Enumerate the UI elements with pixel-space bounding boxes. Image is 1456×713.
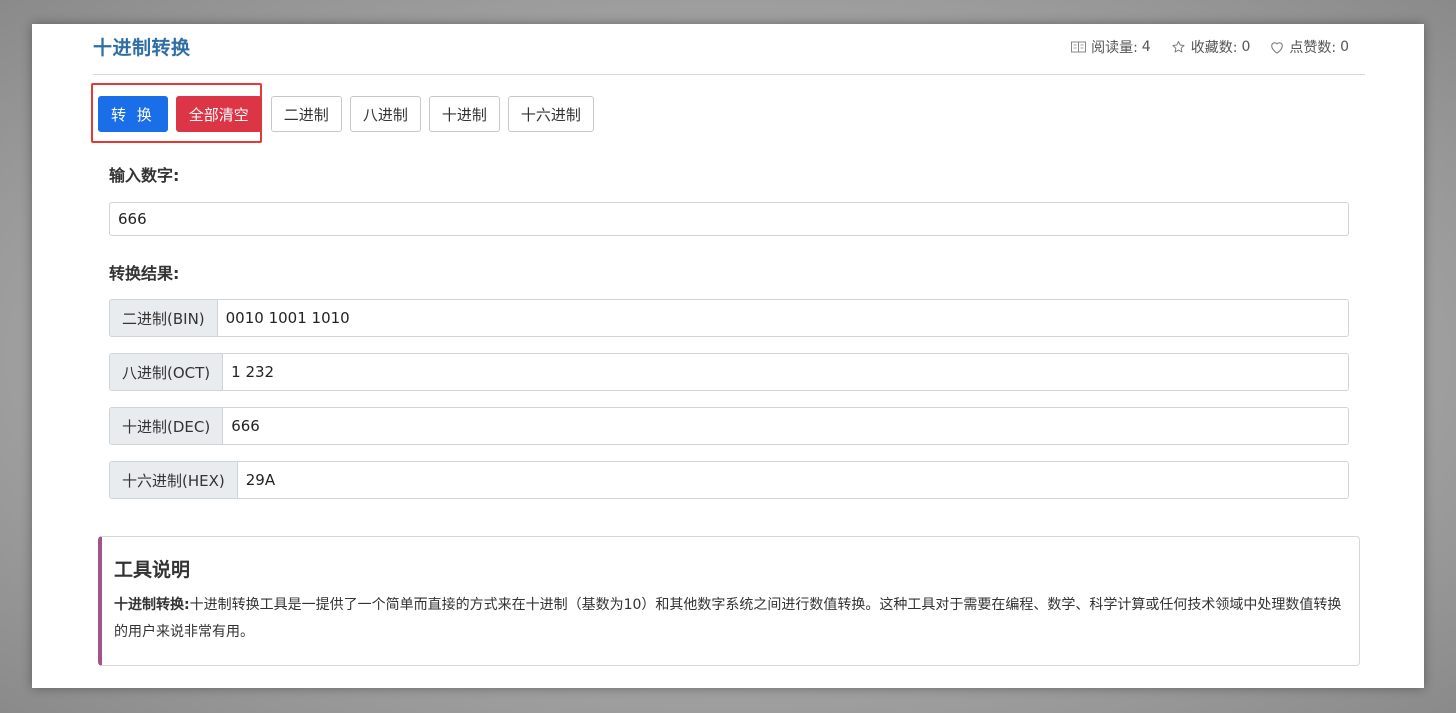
result-value-binary[interactable] — [217, 300, 1348, 336]
result-value-decimal[interactable] — [223, 408, 1348, 444]
binary-button[interactable]: 二进制 — [270, 96, 342, 132]
heart-icon — [1271, 41, 1284, 54]
result-value-hex[interactable] — [237, 462, 1348, 498]
info-lead: 十进制转换: — [114, 597, 190, 613]
likes-value: 0 — [1340, 39, 1349, 55]
result-label-octal: 八进制(OCT) — [110, 354, 224, 390]
result-value-octal[interactable] — [223, 354, 1348, 390]
result-row-hex: 十六进制(HEX) — [109, 461, 1349, 499]
likes-label: 点赞数: — [1289, 40, 1337, 56]
page-title: 十进制转换 — [93, 37, 191, 59]
toolbar: 转 换 全部清空 二进制 八进制 十进制 十六进制 — [98, 96, 602, 132]
result-row-octal: 八进制(OCT) — [109, 353, 1349, 391]
tool-info-card: 工具说明 十进制转换:十进制转换工具是一提供了一个简单而直接的方式来在十进制（基… — [98, 536, 1360, 666]
likes-stat[interactable]: 点赞数: 0 — [1270, 37, 1349, 57]
result-row-decimal: 十进制(DEC) — [109, 407, 1349, 445]
star-icon — [1172, 40, 1185, 53]
screenshot-frame: 十进制转换 阅读量: 4 收藏数: 0 点赞数: 0 转 换 全部清空 二进制 … — [0, 0, 1456, 713]
favorites-label: 收藏数: — [1190, 40, 1238, 56]
info-text: 十进制转换:十进制转换工具是一提供了一个简单而直接的方式来在十进制（基数为10）… — [114, 592, 1347, 646]
number-input[interactable] — [109, 202, 1349, 236]
views-value: 4 — [1141, 39, 1151, 55]
info-body: 十进制转换工具是一提供了一个简单而直接的方式来在十进制（基数为10）和其他数字系… — [114, 597, 1342, 640]
results-label: 转换结果: — [109, 264, 180, 283]
result-label-decimal: 十进制(DEC) — [110, 408, 224, 444]
octal-button[interactable]: 八进制 — [349, 96, 421, 132]
tool-window: 十进制转换 阅读量: 4 收藏数: 0 点赞数: 0 转 换 全部清空 二进制 … — [32, 24, 1424, 688]
book-icon — [1071, 41, 1087, 53]
page-stats: 阅读量: 4 收藏数: 0 点赞数: 0 — [1051, 37, 1349, 57]
result-label-hex: 十六进制(HEX) — [110, 462, 238, 498]
info-title: 工具说明 — [114, 559, 191, 581]
hex-button[interactable]: 十六进制 — [507, 96, 594, 132]
result-label-binary: 二进制(BIN) — [110, 300, 218, 336]
page-header: 十进制转换 阅读量: 4 收藏数: 0 点赞数: 0 — [93, 24, 1365, 75]
favorites-value: 0 — [1241, 39, 1251, 55]
views-stat: 阅读量: 4 — [1071, 37, 1151, 57]
favorites-stat[interactable]: 收藏数: 0 — [1171, 37, 1251, 57]
input-label: 输入数字: — [109, 166, 180, 185]
decimal-button[interactable]: 十进制 — [428, 96, 500, 132]
convert-button[interactable]: 转 换 — [98, 96, 168, 132]
result-row-binary: 二进制(BIN) — [109, 299, 1349, 337]
views-label: 阅读量: — [1091, 40, 1138, 56]
clear-all-button[interactable]: 全部清空 — [175, 96, 262, 132]
